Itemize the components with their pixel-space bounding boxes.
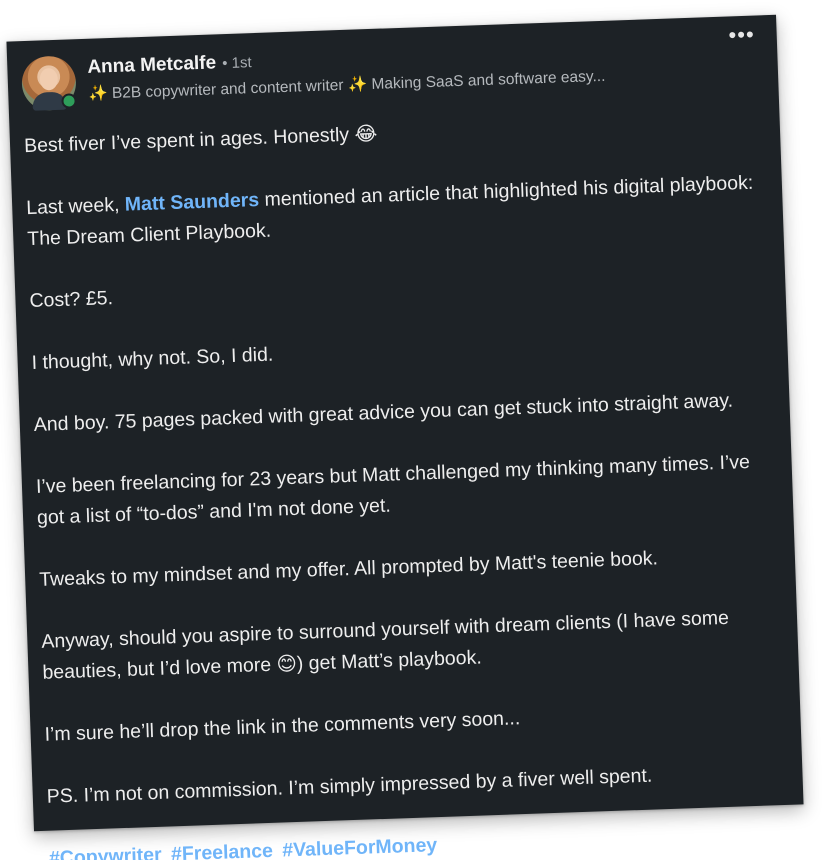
- hashtag-list: #Copywriter #Freelance #ValueForMoney: [48, 818, 787, 860]
- post-header: Anna Metcalfe • 1st ✨ B2B copywriter and…: [20, 22, 761, 121]
- post-paragraph: Cost? £5.: [29, 287, 114, 313]
- post-paragraph: Anyway, should you aspire to surround yo…: [41, 606, 730, 684]
- connection-degree: • 1st: [221, 54, 252, 73]
- author-name[interactable]: Anna Metcalfe: [87, 52, 217, 78]
- post-paragraph: I thought, why not. So, I did.: [31, 343, 274, 374]
- hashtag-link[interactable]: #Freelance: [171, 840, 274, 860]
- avatar[interactable]: [20, 55, 77, 112]
- sparkle-icon: ✨: [347, 76, 368, 94]
- online-status-indicator: [61, 93, 77, 109]
- post-paragraph: Tweaks to my mindset and my offer. All p…: [38, 547, 659, 591]
- post-body: Best fiver I’ve spent in ages. Honestly …: [24, 105, 788, 860]
- post-card: Anna Metcalfe • 1st ✨ B2B copywriter and…: [6, 14, 804, 860]
- sparkle-icon: ✨: [88, 85, 108, 103]
- more-options-button[interactable]: •••: [728, 22, 755, 49]
- screenshot-stage: Anna Metcalfe • 1st ✨ B2B copywriter and…: [0, 0, 826, 860]
- hashtag-link[interactable]: #Copywriter: [49, 844, 162, 860]
- paragraph-text: Last week,: [25, 193, 126, 220]
- post-paragraph: I’ve been freelancing for 23 years but M…: [35, 450, 751, 529]
- post-paragraph: And boy. 75 pages packed with great advi…: [33, 389, 734, 436]
- author-info: Anna Metcalfe • 1st ✨ B2B copywriter and…: [87, 33, 760, 103]
- post-paragraph: I’m sure he’ll drop the link in the comm…: [44, 707, 521, 746]
- headline-text: B2B copywriter and content writer: [107, 76, 349, 103]
- post-paragraph: PS. I’m not on commission. I’m simply im…: [46, 764, 653, 808]
- post-paragraph: Last week, Matt Saunders mentioned an ar…: [26, 167, 766, 255]
- headline-tail: Making SaaS and software easy...: [366, 67, 606, 94]
- avatar-face: [39, 67, 59, 91]
- mention-link[interactable]: Matt Saunders: [124, 189, 259, 216]
- hashtag-link[interactable]: #ValueForMoney: [282, 834, 438, 860]
